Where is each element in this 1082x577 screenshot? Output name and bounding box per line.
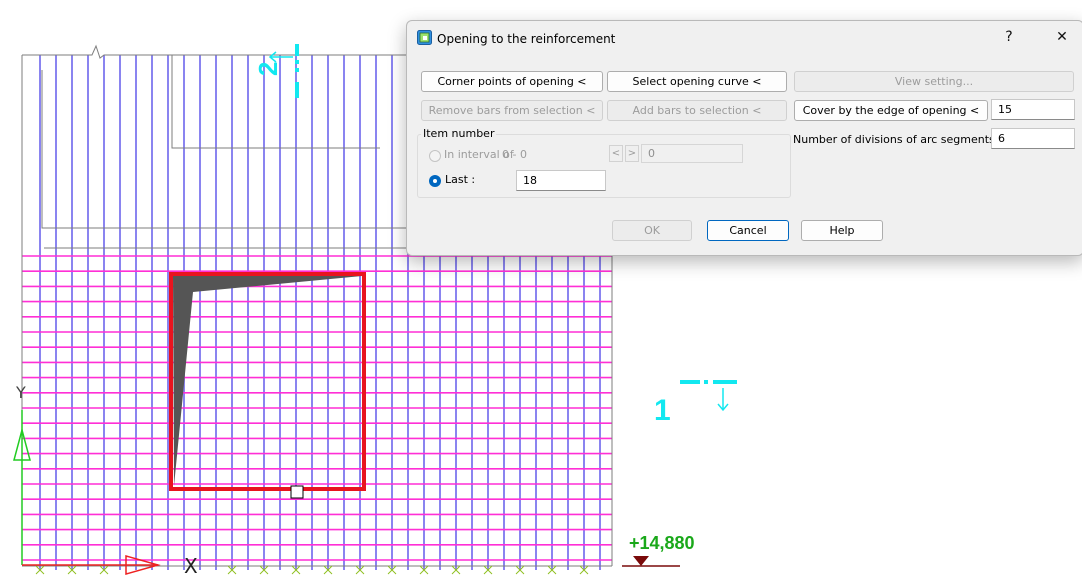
- remove-bars-button[interactable]: Remove bars from selection <: [421, 100, 603, 121]
- view-setting-button[interactable]: View setting...: [794, 71, 1074, 92]
- ok-button[interactable]: OK: [612, 220, 692, 241]
- section-2-label: 2: [253, 62, 283, 76]
- elevation-label: +14,880: [629, 533, 695, 553]
- last-value-field[interactable]: 18: [516, 170, 606, 191]
- corner-points-button[interactable]: Corner points of opening <: [421, 71, 603, 92]
- dialog-titlebar[interactable]: Opening to the reinforcement ? ✕: [407, 21, 1082, 55]
- section-1-label: 1: [654, 394, 671, 427]
- help-button[interactable]: Help: [801, 220, 883, 241]
- interval-value-field[interactable]: 0: [641, 144, 743, 163]
- cancel-button[interactable]: Cancel: [707, 220, 789, 241]
- prev-item-button[interactable]: <: [609, 145, 623, 162]
- section-2-marker: 2: [253, 44, 299, 98]
- shaded-opening-region: [173, 276, 362, 486]
- axis-x-label: X: [184, 554, 198, 577]
- next-item-button[interactable]: >: [625, 145, 639, 162]
- arc-divisions-label: Number of divisions of arc segments:: [793, 133, 999, 146]
- close-icon[interactable]: ✕: [1052, 29, 1072, 45]
- last-radio[interactable]: [429, 175, 441, 187]
- select-curve-button[interactable]: Select opening curve <: [607, 71, 787, 92]
- last-label: Last :: [445, 173, 476, 186]
- app-icon: [417, 30, 432, 45]
- opening-dialog: Opening to the reinforcement ? ✕ Corner …: [406, 20, 1082, 256]
- interval-range: 0 - 0: [502, 148, 527, 161]
- item-number-group-label: Item number: [421, 127, 497, 140]
- interval-radio[interactable]: [429, 150, 441, 162]
- elevation-marker: +14,880: [622, 533, 695, 567]
- axis-y-label: Y: [15, 383, 26, 402]
- add-bars-button[interactable]: Add bars to selection <: [607, 100, 787, 121]
- arc-divisions-field[interactable]: 6: [991, 128, 1075, 149]
- cover-value-field[interactable]: 15: [991, 99, 1075, 120]
- horizontal-rebars: [22, 255, 612, 561]
- dialog-title: Opening to the reinforcement: [437, 32, 616, 46]
- section-1-marker: 1: [654, 380, 737, 427]
- help-icon[interactable]: ?: [999, 29, 1019, 45]
- cover-by-edge-button[interactable]: Cover by the edge of opening <: [794, 100, 988, 121]
- selection-square: [290, 485, 304, 499]
